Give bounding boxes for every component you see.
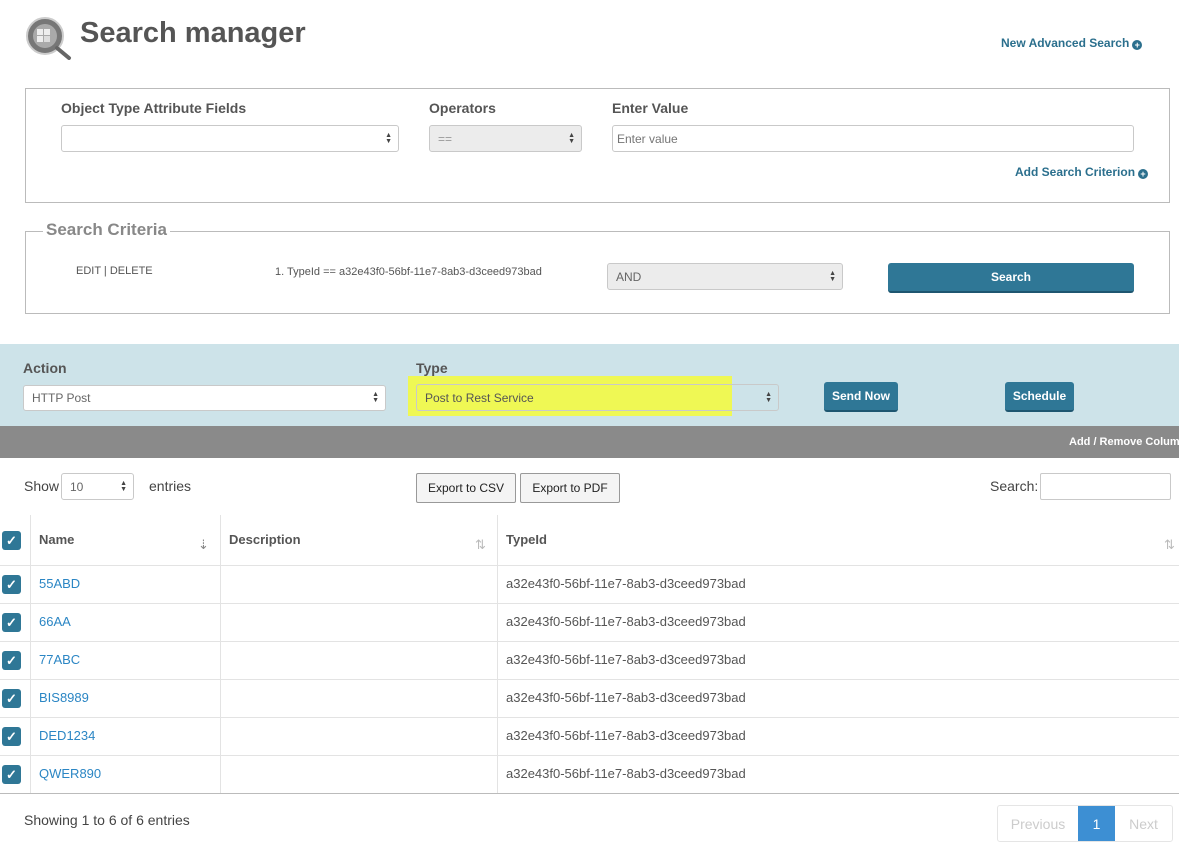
edit-delete-links[interactable]: EDIT | DELETE [76, 265, 153, 277]
row-divider [0, 679, 1179, 680]
row-name-link[interactable]: BIS8989 [39, 690, 89, 705]
row-typeid: a32e43f0-56bf-11e7-8ab3-d3ceed973bad [506, 652, 746, 667]
previous-button[interactable]: Previous [998, 806, 1078, 841]
operators-label: Operators [429, 100, 496, 116]
field-label: Object Type Attribute Fields [61, 100, 247, 116]
sort-asc-icon: ⇣ [198, 537, 209, 552]
type-select[interactable]: Post to Rest Service ▲ ▼ [416, 384, 779, 411]
column-header-description[interactable]: Description [229, 532, 301, 547]
row-typeid: a32e43f0-56bf-11e7-8ab3-d3ceed973bad [506, 576, 746, 591]
column-divider [220, 515, 221, 794]
table-options-bar [0, 426, 1179, 458]
export-csv-button[interactable]: Export to CSV [416, 473, 516, 503]
type-label: Type [416, 360, 448, 376]
plus-circle-icon: + [1132, 40, 1143, 50]
row-checkbox[interactable]: ✓ [2, 651, 21, 670]
select-arrows-icon: ▲ ▼ [568, 131, 575, 145]
data-table: ✓ Name ⇣ Description ⇅ TypeId ⇅ ✓ 55ABD … [0, 515, 1179, 795]
column-header-typeid[interactable]: TypeId [506, 532, 547, 547]
row-name-link[interactable]: 77ABC [39, 652, 80, 667]
select-arrows-icon: ▲ ▼ [372, 391, 379, 404]
select-all-checkbox[interactable]: ✓ [2, 531, 21, 550]
action-label: Action [23, 360, 67, 376]
page-title: Search manager [80, 17, 306, 49]
row-divider [0, 641, 1179, 642]
action-select[interactable]: HTTP Post ▲ ▼ [23, 385, 386, 411]
row-checkbox[interactable]: ✓ [2, 765, 21, 784]
row-checkbox[interactable]: ✓ [2, 613, 21, 632]
value-label: Enter Value [612, 100, 689, 116]
app-logo-icon [24, 16, 72, 60]
column-divider [30, 515, 31, 794]
sort-both-icon: ⇅ [475, 537, 486, 552]
column-header-name[interactable]: Name [39, 532, 74, 547]
row-typeid: a32e43f0-56bf-11e7-8ab3-d3ceed973bad [506, 690, 746, 705]
add-criterion-label: Add Search Criterion [1015, 165, 1136, 179]
select-arrows-icon: ▲ ▼ [385, 131, 392, 145]
send-now-button[interactable]: Send Now [824, 382, 898, 412]
row-typeid: a32e43f0-56bf-11e7-8ab3-d3ceed973bad [506, 766, 746, 781]
table-bottom-border [0, 793, 1179, 794]
add-search-criterion-link[interactable]: Add Search Criterion + [1015, 165, 1149, 179]
row-divider [0, 717, 1179, 718]
table-search-label: Search: [990, 478, 1039, 494]
new-advanced-search-link[interactable]: New Advanced Search + [1001, 36, 1143, 50]
attribute-field-select[interactable]: ▲ ▼ [61, 125, 399, 152]
row-name-link[interactable]: DED1234 [39, 728, 95, 743]
show-label: Show [24, 478, 60, 494]
select-arrows-icon: ▲ ▼ [765, 390, 772, 404]
add-remove-columns-link[interactable]: Add / Remove Colum [1069, 436, 1179, 448]
column-divider [497, 515, 498, 794]
row-typeid: a32e43f0-56bf-11e7-8ab3-d3ceed973bad [506, 728, 746, 743]
select-arrows-icon: ▲ ▼ [829, 269, 836, 283]
export-pdf-button[interactable]: Export to PDF [520, 473, 620, 503]
row-checkbox[interactable]: ✓ [2, 689, 21, 708]
select-arrows-icon: ▲ ▼ [120, 479, 127, 493]
pagination: Previous 1 Next [997, 805, 1173, 842]
row-name-link[interactable]: 55ABD [39, 576, 80, 591]
new-advanced-search-label: New Advanced Search [1001, 36, 1130, 50]
table-info: Showing 1 to 6 of 6 entries [24, 812, 190, 828]
logic-operator-select[interactable]: AND ▲ ▼ [607, 263, 843, 290]
plus-circle-icon: + [1138, 169, 1149, 179]
sort-both-icon: ⇅ [1164, 537, 1175, 552]
operator-select[interactable]: == ▲ ▼ [429, 125, 582, 152]
row-name-link[interactable]: 66AA [39, 614, 71, 629]
row-checkbox[interactable]: ✓ [2, 727, 21, 746]
row-checkbox[interactable]: ✓ [2, 575, 21, 594]
search-criteria-legend: Search Criteria [43, 220, 170, 240]
row-typeid: a32e43f0-56bf-11e7-8ab3-d3ceed973bad [506, 614, 746, 629]
search-button[interactable]: Search [888, 263, 1134, 293]
schedule-button[interactable]: Schedule [1005, 382, 1074, 412]
row-divider [0, 603, 1179, 604]
row-name-link[interactable]: QWER890 [39, 766, 101, 781]
entries-label: entries [149, 478, 192, 494]
page-1-button[interactable]: 1 [1078, 806, 1115, 841]
entries-length-select[interactable]: 10 ▲ ▼ [61, 473, 134, 500]
next-button[interactable]: Next [1115, 806, 1172, 841]
criterion-text: 1. TypeId == a32e43f0-56bf-11e7-8ab3-d3c… [275, 266, 542, 278]
value-input[interactable] [612, 125, 1134, 152]
table-search-input[interactable] [1040, 473, 1171, 500]
row-divider [0, 755, 1179, 756]
header-row-divider [0, 565, 1179, 566]
